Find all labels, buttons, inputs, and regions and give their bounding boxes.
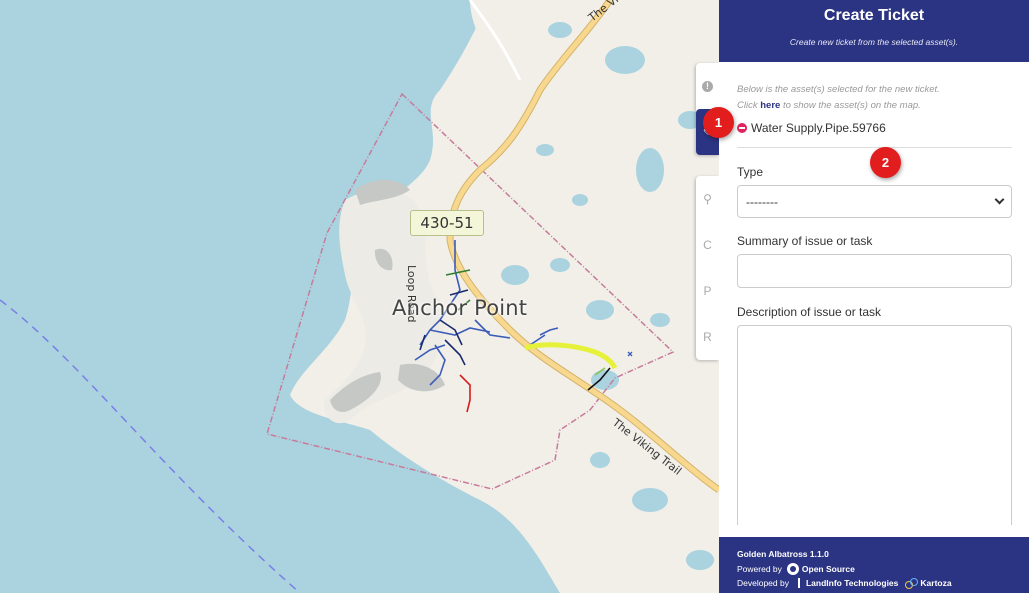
panel-subtitle: Create new ticket from the selected asse… — [789, 37, 959, 47]
help-line-1: Below is the asset(s) selected for the n… — [737, 84, 940, 95]
pond — [548, 22, 572, 38]
show-assets-link[interactable]: here — [760, 100, 780, 111]
developed-by-text: Developed by — [737, 578, 789, 588]
type-select-value: -------- — [746, 194, 778, 209]
landinfo-link[interactable]: LandInfo Technologies — [806, 576, 898, 591]
help-click: Click — [737, 100, 758, 111]
step-badge-1: 1 — [703, 107, 734, 138]
help-line-2: Click here to show the asset(s) on the m… — [737, 98, 1012, 114]
description-label: Description of issue or task — [737, 305, 882, 319]
pond — [605, 46, 645, 74]
pond — [632, 488, 668, 512]
tab-c[interactable]: C — [696, 222, 719, 268]
panel-body: Below is the asset(s) selected for the n… — [719, 62, 1029, 525]
pond — [550, 258, 570, 272]
maritime-boundary — [0, 299, 301, 593]
powered-by-text: Powered by — [737, 563, 782, 574]
pond — [586, 300, 614, 320]
pond — [636, 148, 664, 192]
panel-footer: Golden Albatross 1.1.0 Powered by Open S… — [719, 537, 1029, 593]
type-select[interactable]: -------- — [737, 185, 1012, 218]
step-badge-2: 2 — [870, 147, 901, 178]
pond — [650, 313, 670, 327]
kartoza-link[interactable]: Kartoza — [920, 576, 951, 591]
github-icon — [786, 562, 799, 575]
app-version: Golden Albatross 1.1.0 — [737, 549, 829, 559]
help-text: Below is the asset(s) selected for the n… — [737, 82, 1012, 114]
powered-by-line: Powered by Open Source — [737, 562, 1011, 577]
tab-r[interactable]: R — [696, 314, 719, 360]
landinfo-logo-icon — [797, 578, 800, 589]
kartoza-logo-icon — [905, 578, 919, 590]
tab-info[interactable]: ! — [696, 63, 719, 109]
route-shield: 430-51 — [410, 210, 484, 236]
pond — [536, 144, 554, 156]
asset-name: Water Supply.Pipe.59766 — [751, 121, 886, 135]
tab-attachments[interactable]: ⚲ — [696, 176, 719, 222]
help-rest: to show the asset(s) on the map. — [782, 100, 921, 111]
description-textarea[interactable] — [737, 325, 1012, 525]
summary-label: Summary of issue or task — [737, 234, 873, 248]
chevron-down-icon — [994, 194, 1005, 205]
map-view[interactable]: The Vi 430-51 Loop Road Anchor Point The… — [0, 0, 719, 593]
pond — [501, 265, 529, 285]
asset-item: Water Supply.Pipe.59766 — [737, 120, 1012, 136]
map-canvas[interactable] — [0, 0, 719, 593]
info-icon: ! — [702, 80, 713, 92]
tab-p-label: P — [703, 284, 712, 298]
side-tab-group-bottom: ⚲ C P R — [696, 176, 719, 360]
open-source-link[interactable]: Open Source — [802, 562, 855, 577]
paperclip-icon: ⚲ — [703, 192, 712, 206]
tab-c-label: C — [703, 238, 712, 252]
developed-by-line: Developed by LandInfo Technologies Karto… — [737, 576, 1011, 591]
pond — [590, 452, 610, 468]
pond — [572, 194, 588, 206]
panel-title: Create Ticket — [823, 7, 925, 24]
create-ticket-panel: Create Ticket Create new ticket from the… — [719, 0, 1029, 593]
summary-input[interactable] — [737, 254, 1012, 288]
divider — [737, 147, 1012, 148]
panel-header: Create Ticket Create new ticket from the… — [719, 0, 1029, 62]
remove-asset-icon[interactable] — [737, 123, 747, 133]
town-label: Anchor Point — [392, 296, 528, 320]
tab-p[interactable]: P — [696, 268, 719, 314]
tab-r-label: R — [703, 330, 712, 344]
pond — [686, 550, 714, 570]
